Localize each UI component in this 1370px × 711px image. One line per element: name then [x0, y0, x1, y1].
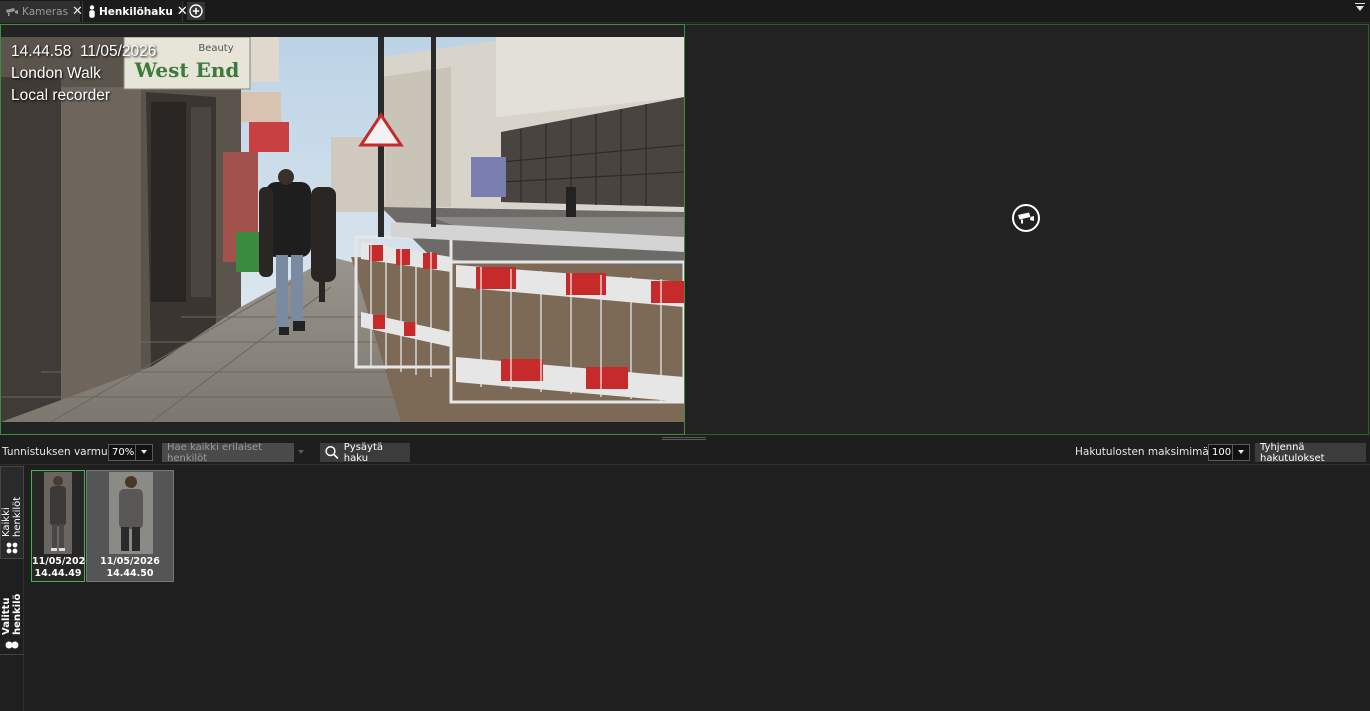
- video-camera-name: London Walk: [11, 65, 101, 82]
- video-overlay: 14.44.58 11/05/2026 London Walk Local re…: [11, 41, 156, 107]
- tab-bar: Kameras ✕ Henkilöhaku ✕: [0, 0, 1370, 23]
- max-results-label: Hakutulosten maksimimäärä: [1075, 446, 1227, 458]
- video-timestamp: 14.44.58 11/05/2026: [11, 43, 157, 60]
- result-date: 11/05/2026: [100, 556, 160, 567]
- person-icon: [88, 5, 96, 18]
- tab-all-persons-label: Kaikki henkilöt: [1, 496, 23, 537]
- camera-icon: [1011, 203, 1041, 236]
- chevron-down-icon: [135, 445, 152, 460]
- tab-selected-person[interactable]: Valittu henkilö: [0, 561, 24, 655]
- person-thumbnail-image: [44, 472, 72, 554]
- video-pane-right-empty[interactable]: [685, 24, 1369, 435]
- person-pair-icon: [5, 639, 19, 654]
- resize-splitter[interactable]: [662, 437, 706, 440]
- max-results-value: 100: [1212, 447, 1232, 458]
- tab-cameras[interactable]: Kameras ✕: [0, 1, 83, 22]
- tab-all-persons[interactable]: Kaikki henkilöt: [0, 466, 24, 559]
- tab-cameras-label: Kameras: [22, 5, 69, 18]
- result-time: 14.44.49: [34, 568, 82, 579]
- search-icon: [325, 445, 339, 460]
- add-tab-button[interactable]: [187, 2, 205, 20]
- tab-person-search[interactable]: Henkilöhaku ✕: [82, 1, 188, 22]
- tab-menu-bar: [1355, 3, 1365, 4]
- camera-icon: [5, 7, 19, 17]
- result-thumbnail[interactable]: 11/05/2026 14.44.50: [86, 470, 174, 582]
- max-results-select[interactable]: 100: [1208, 444, 1250, 461]
- stop-search-label: Pysäytä haku: [343, 441, 384, 464]
- stop-search-button[interactable]: Pysäytä haku: [320, 441, 410, 464]
- confidence-label: Tunnistuksen varmuus: [2, 446, 120, 458]
- tab-selected-person-label: Valittu henkilö: [1, 593, 23, 635]
- clear-results-button[interactable]: Tyhjennä hakutulokset: [1255, 442, 1366, 464]
- confidence-select[interactable]: 70%: [108, 444, 153, 461]
- person-thumbnail-image: [109, 472, 153, 554]
- confidence-value: 70%: [112, 447, 135, 458]
- video-recorder: Local recorder: [11, 87, 111, 104]
- persons-group-icon: [5, 541, 19, 558]
- plus-circle-icon: [189, 4, 203, 18]
- tab-list-dropdown-icon[interactable]: [1356, 6, 1364, 11]
- search-toolbar: Tunnistuksen varmuus 70% Hae kaikki eril…: [0, 442, 1370, 464]
- chevron-down-icon: [1232, 445, 1249, 460]
- result-time: 14.44.50: [106, 568, 154, 579]
- tab-person-search-label: Henkilöhaku: [99, 5, 173, 18]
- video-pane-left[interactable]: West End Beauty 14.44.58 11/05/2026 Lond…: [0, 24, 685, 435]
- result-thumbnail[interactable]: 11/05/2026 14.44.49: [31, 470, 92, 582]
- video-area: West End Beauty 14.44.58 11/05/2026 Lond…: [0, 24, 1370, 435]
- chevron-down-icon[interactable]: [298, 450, 304, 454]
- find-all-persons-button[interactable]: Hae kaikki erilaiset henkilöt: [162, 442, 294, 464]
- results-panel: Kaikki henkilöt Valittu henkilö 11/05/20…: [0, 464, 1370, 711]
- svg-text:Beauty: Beauty: [198, 43, 233, 54]
- side-tabs: Kaikki henkilöt Valittu henkilö: [0, 465, 24, 711]
- result-date: 11/05/2026: [32, 556, 92, 567]
